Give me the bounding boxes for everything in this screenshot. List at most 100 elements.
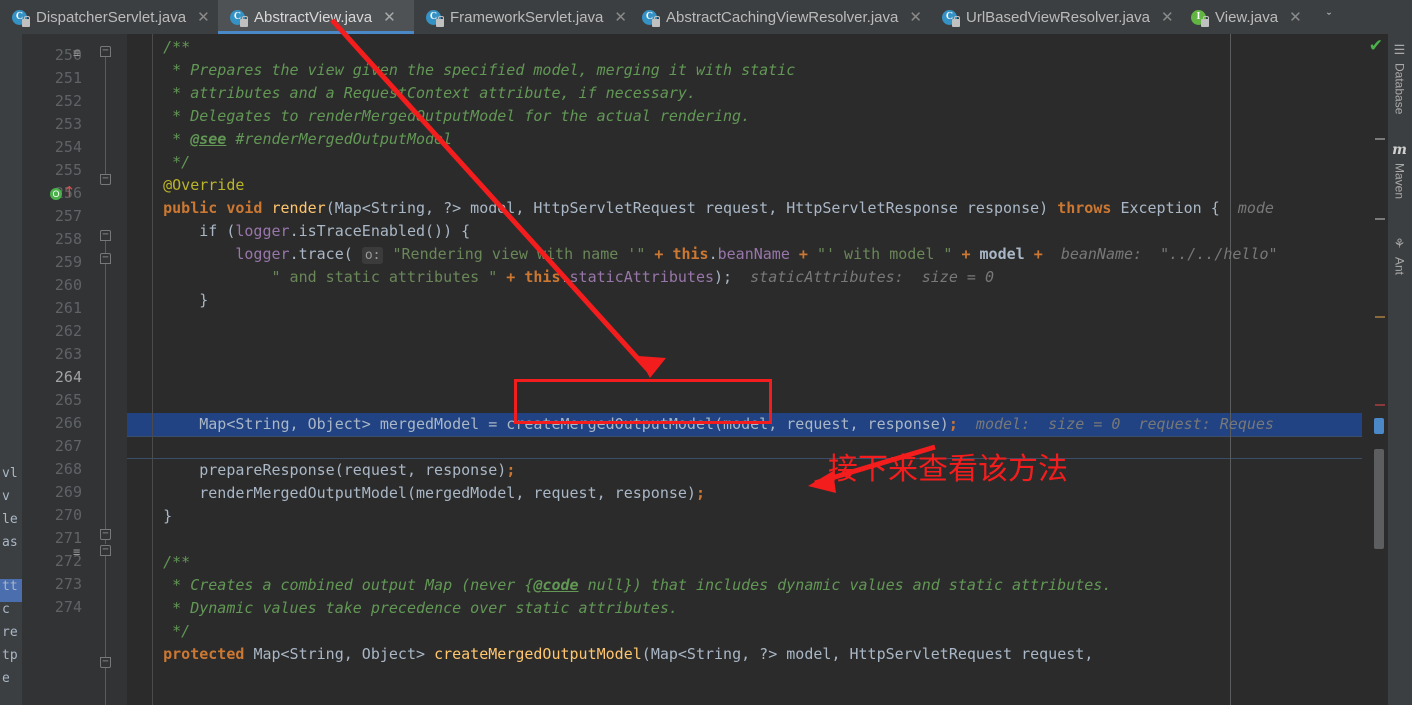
line-number: 251 [54, 69, 82, 87]
marker-tick[interactable] [1375, 138, 1385, 140]
code-line-266: renderMergedOutputModel(mergedModel, req… [127, 484, 705, 502]
line-number: 257 [54, 207, 82, 225]
inspection-ok-icon[interactable]: ✔ [1369, 38, 1383, 55]
line-number: 263 [54, 345, 82, 363]
left-fragment: e [2, 671, 10, 686]
method-marker-icon[interactable]: O [50, 188, 62, 200]
maven-icon: m [1392, 142, 1407, 158]
line-number: 268 [54, 460, 82, 478]
editor-tab-abstractview[interactable]: C AbstractView.java ✕ [218, 0, 414, 34]
editor-tab-view[interactable]: I View.java ✕ [1179, 0, 1314, 34]
line-number: 262 [54, 322, 82, 340]
code-line-256: @Override [127, 176, 245, 194]
javadoc-marker-icon[interactable]: ≡ [73, 545, 80, 559]
line-number-current: 264 [54, 368, 82, 386]
chevron-down-icon[interactable]: ˇ [1314, 0, 1344, 34]
code-line-258: if (logger.isTraceEnabled()) { [127, 222, 471, 240]
java-class-icon: C [942, 9, 960, 27]
line-number: 270 [54, 506, 82, 524]
marker-tick[interactable] [1375, 316, 1385, 318]
code-line-273: protected Map<String, Object> createMerg… [127, 645, 1094, 663]
editor-tab-abstractcachingviewresolver[interactable]: C AbstractCachingViewResolver.java ✕ [630, 0, 930, 34]
close-icon[interactable]: ✕ [1161, 8, 1174, 26]
editor-scrollbar-thumb[interactable] [1374, 449, 1384, 549]
fold-marker-icon[interactable]: ─ [100, 174, 111, 185]
line-number: 252 [54, 92, 82, 110]
code-line-269: /** [127, 553, 191, 571]
editor-gutter[interactable]: 250 251 252 253 254 255 256 257 258 259 … [22, 34, 127, 705]
tool-window-label: Ant [1392, 257, 1407, 276]
java-interface-icon: I [1191, 9, 1209, 27]
line-number: 258 [54, 230, 82, 248]
tool-window-label: Database [1392, 63, 1407, 115]
fold-marker-icon[interactable]: ─ [100, 545, 111, 556]
close-icon[interactable]: ✕ [197, 8, 210, 26]
annotation-chinese-note: 接下来查看该方法 [828, 452, 1068, 487]
left-fragment: tt [2, 579, 18, 594]
java-class-icon: C [230, 9, 248, 27]
editor-tab-bar: C DispatcherServlet.java ✕ C AbstractVie… [0, 0, 1412, 34]
marker-tick[interactable] [1375, 218, 1385, 220]
code-line-254: * @see #renderMergedOutputModel [127, 130, 453, 148]
close-icon[interactable]: ✕ [909, 8, 922, 26]
code-line-253: * Delegates to renderMergedOutputModel f… [127, 107, 751, 125]
code-line-255: */ [127, 153, 191, 171]
line-number: 254 [54, 138, 82, 156]
left-fragment: v [2, 489, 10, 504]
fold-marker-icon[interactable]: ─ [100, 46, 111, 57]
editor-tab-label: AbstractView.java [254, 8, 373, 26]
close-icon[interactable]: ✕ [383, 8, 396, 26]
editor-tab-urlbasedviewresolver[interactable]: C UrlBasedViewResolver.java ✕ [930, 0, 1179, 34]
right-tool-window-bar: ☰ Database m Maven ⚘ Ant [1387, 34, 1412, 705]
code-editor[interactable]: vl v le as tt c re tp e 250 251 252 253 … [0, 34, 1387, 705]
collapsed-left-panel[interactable]: vl v le as tt c re tp e [0, 34, 22, 705]
editor-tab-label: DispatcherServlet.java [36, 8, 187, 26]
fold-marker-icon[interactable]: ─ [100, 657, 111, 668]
line-number: 260 [54, 276, 82, 294]
left-fragment: c [2, 602, 10, 617]
inlay-model-value: model: size = 0 [975, 415, 1121, 433]
line-number: 259 [54, 253, 82, 271]
editor-marker-strip[interactable]: ✔ [1362, 34, 1387, 705]
editor-tab-dispatcherservlet[interactable]: C DispatcherServlet.java ✕ [0, 0, 218, 34]
line-number: 267 [54, 437, 82, 455]
line-number: 273 [54, 575, 82, 593]
left-fragment: vl [2, 466, 18, 481]
fold-marker-icon[interactable]: ─ [100, 230, 111, 241]
editor-scrollbar-thumb[interactable] [1374, 418, 1384, 434]
editor-tab-label: UrlBasedViewResolver.java [966, 8, 1150, 26]
code-line-252: * attributes and a RequestContext attrib… [127, 84, 696, 102]
code-line-257: public void render(Map<String, ?> model,… [127, 199, 1274, 217]
editor-tab-label: AbstractCachingViewResolver.java [666, 8, 899, 26]
line-number: 266 [54, 414, 82, 432]
fold-marker-icon[interactable]: ─ [100, 253, 111, 264]
line-number: 265 [54, 391, 82, 409]
close-icon[interactable]: ✕ [1289, 8, 1302, 26]
tool-window-ant[interactable]: ⚘ Ant [1388, 236, 1411, 298]
code-text-area[interactable]: /** * Prepares the view given the specif… [127, 34, 1387, 705]
code-line-270: * Creates a combined output Map (never {… [127, 576, 1112, 594]
override-arrow-icon[interactable]: ↑ [63, 185, 76, 200]
inlay-staticattributes-value: staticAttributes: size = 0 [750, 268, 994, 286]
code-line-265: prepareResponse(request, response); [127, 461, 516, 479]
code-line-260: " and static attributes " + this.staticA… [127, 268, 994, 286]
code-line-271: * Dynamic values take precedence over st… [127, 599, 678, 617]
editor-tab-frameworkservlet[interactable]: C FrameworkServlet.java ✕ [414, 0, 630, 34]
tool-window-database[interactable]: ☰ Database [1388, 42, 1411, 130]
code-line-267: } [127, 507, 173, 525]
inlay-param-hint: o: [361, 247, 384, 264]
code-line-259: logger.trace( o: "Rendering view with na… [127, 245, 1278, 264]
fold-marker-icon[interactable]: ─ [100, 529, 111, 540]
javadoc-marker-icon[interactable]: ≡ [73, 46, 80, 60]
left-fragment: re [2, 625, 18, 640]
close-icon[interactable]: ✕ [614, 8, 627, 26]
database-icon: ☰ [1393, 42, 1406, 57]
code-line-263: Map<String, Object> mergedModel = create… [127, 415, 1274, 433]
java-class-icon: C [426, 9, 444, 27]
inlay-request-label: request: [1138, 415, 1211, 433]
marker-tick[interactable] [1375, 404, 1385, 406]
left-fragment: tp [2, 648, 18, 663]
ant-icon: ⚘ [1393, 236, 1406, 251]
tool-window-maven[interactable]: m Maven [1388, 142, 1411, 228]
left-fragment: le [2, 512, 18, 527]
